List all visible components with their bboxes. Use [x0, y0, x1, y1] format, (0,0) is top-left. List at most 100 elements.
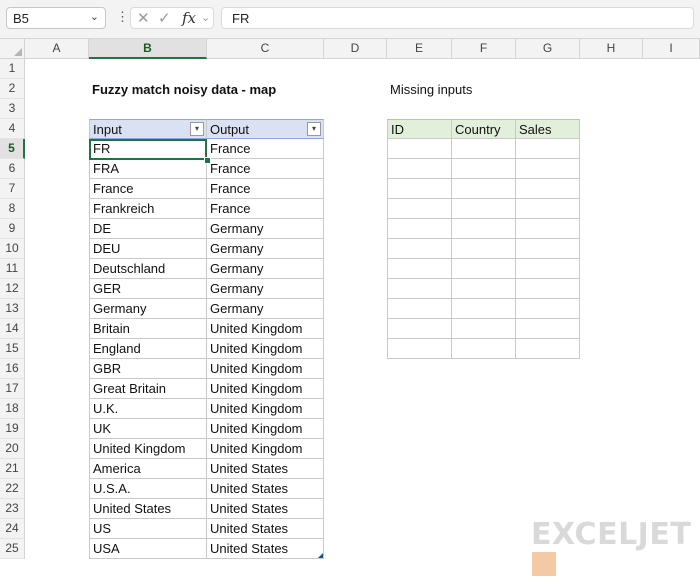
map-input-cell[interactable]: Great Britain: [89, 379, 207, 399]
column-header-b[interactable]: B: [89, 39, 207, 59]
row-header-20[interactable]: 20: [0, 439, 25, 459]
map-output-cell[interactable]: Germany: [207, 239, 324, 259]
missing-input-cell[interactable]: [387, 299, 452, 319]
missing-input-cell[interactable]: [452, 199, 516, 219]
column-header-e[interactable]: E: [387, 39, 452, 59]
map-output-cell[interactable]: Germany: [207, 299, 324, 319]
missing-input-cell[interactable]: [387, 319, 452, 339]
column-header-f[interactable]: F: [452, 39, 516, 59]
row-header-19[interactable]: 19: [0, 419, 25, 439]
map-input-cell[interactable]: US: [89, 519, 207, 539]
map-output-cell[interactable]: United Kingdom: [207, 439, 324, 459]
map-input-cell[interactable]: GER: [89, 279, 207, 299]
missing-input-cell[interactable]: [516, 239, 580, 259]
row-header-6[interactable]: 6: [0, 159, 25, 179]
chevron-down-icon[interactable]: ⌄: [201, 11, 210, 24]
map-input-cell[interactable]: GBR: [89, 359, 207, 379]
select-all-corner[interactable]: [0, 39, 25, 59]
map-input-cell[interactable]: United States: [89, 499, 207, 519]
column-header-a[interactable]: A: [25, 39, 89, 59]
row-header-16[interactable]: 16: [0, 359, 25, 379]
missing-input-cell[interactable]: [516, 279, 580, 299]
missing-input-cell[interactable]: [387, 239, 452, 259]
map-input-cell[interactable]: U.S.A.: [89, 479, 207, 499]
row-header-17[interactable]: 17: [0, 379, 25, 399]
missing-input-cell[interactable]: [516, 219, 580, 239]
column-header-g[interactable]: G: [516, 39, 580, 59]
column-header-h[interactable]: H: [580, 39, 643, 59]
row-header-21[interactable]: 21: [0, 459, 25, 479]
map-output-cell[interactable]: United Kingdom: [207, 379, 324, 399]
fill-handle[interactable]: [204, 157, 211, 164]
missing-input-cell[interactable]: [516, 139, 580, 159]
insert-function-icon[interactable]: fx: [182, 9, 196, 27]
row-header-24[interactable]: 24: [0, 519, 25, 539]
missing-input-cell[interactable]: [452, 219, 516, 239]
map-output-cell[interactable]: France: [207, 159, 324, 179]
row-header-4[interactable]: 4: [0, 119, 25, 139]
map-input-cell[interactable]: U.K.: [89, 399, 207, 419]
map-input-cell[interactable]: France: [89, 179, 207, 199]
map-input-cell[interactable]: Germany: [89, 299, 207, 319]
missing-input-cell[interactable]: [387, 179, 452, 199]
map-input-cell[interactable]: Britain: [89, 319, 207, 339]
map-input-cell[interactable]: Frankreich: [89, 199, 207, 219]
filter-dropdown-icon[interactable]: ▾: [190, 122, 204, 136]
missing-input-cell[interactable]: [387, 339, 452, 359]
filter-dropdown-icon[interactable]: ▾: [307, 122, 321, 136]
map-output-cell[interactable]: Germany: [207, 259, 324, 279]
map-input-cell[interactable]: United Kingdom: [89, 439, 207, 459]
row-header-10[interactable]: 10: [0, 239, 25, 259]
map-output-cell[interactable]: Germany: [207, 279, 324, 299]
map-input-cell[interactable]: FRA: [89, 159, 207, 179]
row-header-7[interactable]: 7: [0, 179, 25, 199]
map-output-cell[interactable]: United Kingdom: [207, 319, 324, 339]
row-header-8[interactable]: 8: [0, 199, 25, 219]
missing-input-cell[interactable]: [452, 179, 516, 199]
missing-input-cell[interactable]: [516, 199, 580, 219]
row-header-1[interactable]: 1: [0, 59, 25, 79]
map-input-cell[interactable]: USA: [89, 539, 207, 559]
missing-input-cell[interactable]: [387, 219, 452, 239]
missing-input-cell[interactable]: [516, 339, 580, 359]
row-header-3[interactable]: 3: [0, 99, 25, 119]
formula-input[interactable]: FR: [221, 7, 694, 29]
missing-input-cell[interactable]: [387, 279, 452, 299]
column-header-c[interactable]: C: [207, 39, 324, 59]
map-output-cell[interactable]: Germany: [207, 219, 324, 239]
missing-input-cell[interactable]: [516, 259, 580, 279]
map-output-cell[interactable]: United Kingdom: [207, 339, 324, 359]
row-header-23[interactable]: 23: [0, 499, 25, 519]
map-input-cell[interactable]: America: [89, 459, 207, 479]
row-header-13[interactable]: 13: [0, 299, 25, 319]
missing-input-cell[interactable]: [387, 259, 452, 279]
missing-input-cell[interactable]: [452, 279, 516, 299]
map-output-cell[interactable]: United States: [207, 519, 324, 539]
map-output-cell[interactable]: United States: [207, 479, 324, 499]
map-input-cell[interactable]: DEU: [89, 239, 207, 259]
cancel-icon[interactable]: ✕: [137, 9, 150, 27]
column-header-i[interactable]: I: [643, 39, 700, 59]
missing-input-cell[interactable]: [516, 319, 580, 339]
map-output-cell[interactable]: United States: [207, 539, 324, 559]
missing-input-cell[interactable]: [452, 139, 516, 159]
map-output-cell[interactable]: France: [207, 139, 324, 159]
row-header-18[interactable]: 18: [0, 399, 25, 419]
missing-input-cell[interactable]: [387, 159, 452, 179]
row-header-2[interactable]: 2: [0, 79, 25, 99]
map-output-cell[interactable]: United Kingdom: [207, 399, 324, 419]
more-options-icon[interactable]: ⋮: [116, 9, 129, 25]
missing-input-cell[interactable]: [452, 339, 516, 359]
missing-input-cell[interactable]: [387, 199, 452, 219]
missing-input-cell[interactable]: [516, 159, 580, 179]
row-header-14[interactable]: 14: [0, 319, 25, 339]
map-input-cell[interactable]: Deutschland: [89, 259, 207, 279]
enter-icon[interactable]: ✓: [158, 9, 171, 27]
map-output-cell[interactable]: United States: [207, 499, 324, 519]
row-header-5[interactable]: 5: [0, 139, 25, 159]
map-input-cell[interactable]: DE: [89, 219, 207, 239]
row-header-15[interactable]: 15: [0, 339, 25, 359]
row-header-12[interactable]: 12: [0, 279, 25, 299]
row-header-22[interactable]: 22: [0, 479, 25, 499]
missing-input-cell[interactable]: [516, 299, 580, 319]
